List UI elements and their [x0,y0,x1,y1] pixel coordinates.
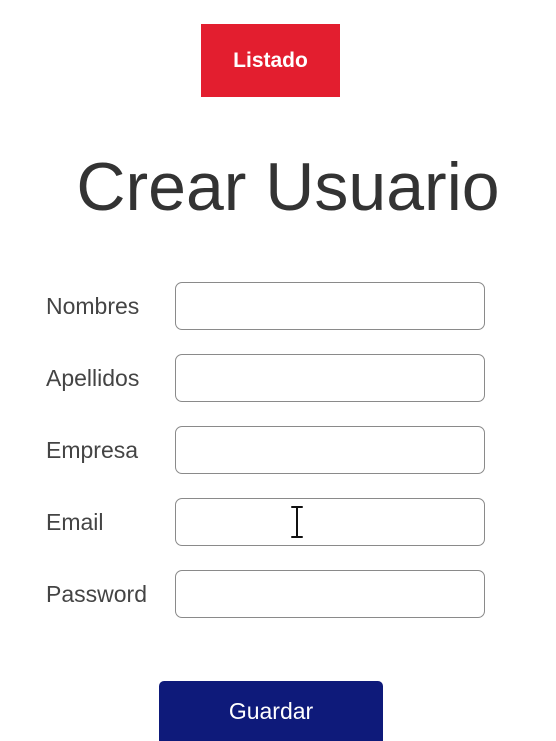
form-row-apellidos: Apellidos [0,354,556,402]
nombres-label: Nombres [46,293,140,319]
form-row-password: Password [0,570,556,618]
nombres-input[interactable] [175,282,485,330]
password-input[interactable] [175,570,485,618]
listado-button[interactable]: Listado [201,24,340,97]
create-user-page: Listado Crear Usuario Nombres Apellidos … [0,0,556,741]
email-label: Email [46,509,104,535]
form-row-email: Email [0,498,556,546]
empresa-input[interactable] [175,426,485,474]
apellidos-input[interactable] [175,354,485,402]
text-cursor-icon [291,506,303,538]
form-row-nombres: Nombres [0,282,556,330]
page-title: Crear Usuario [76,149,500,225]
apellidos-label: Apellidos [46,365,140,391]
form-row-empresa: Empresa [0,426,556,474]
password-label: Password [46,581,147,607]
guardar-button[interactable]: Guardar [159,681,383,741]
empresa-label: Empresa [46,437,139,463]
email-input[interactable] [175,498,485,546]
